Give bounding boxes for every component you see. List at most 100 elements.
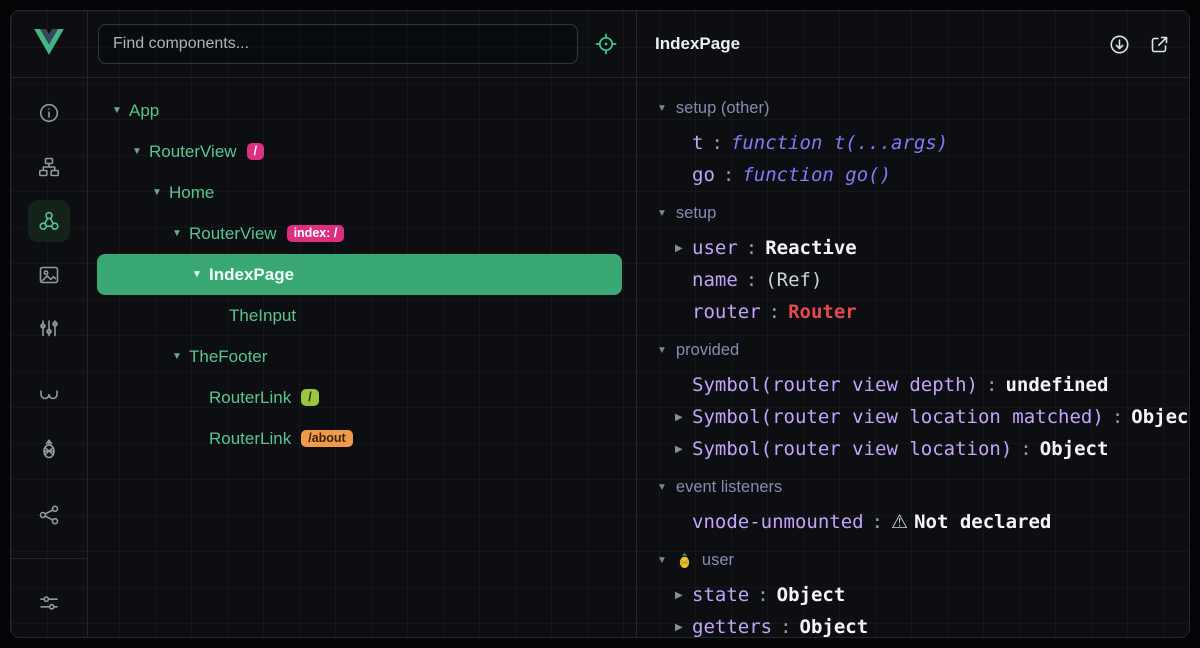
route-badge: /about xyxy=(301,430,353,448)
property-row[interactable]: ▶Symbol(router view location):Object xyxy=(657,433,1189,465)
section-user: ▼ user ▶state:Object▶getters:Object xyxy=(657,542,1189,637)
sidebar-divider xyxy=(11,558,87,559)
route-badge: / xyxy=(247,143,264,161)
logo-area xyxy=(11,11,87,78)
chevron-right-icon[interactable]: ▶ xyxy=(675,622,692,633)
component-name: TheFooter xyxy=(189,347,267,367)
selected-component-title: IndexPage xyxy=(655,34,740,54)
property-value: Object xyxy=(1040,438,1109,460)
tree-row-routerview[interactable]: ▼RouterView / xyxy=(97,131,622,172)
chevron-down-icon[interactable]: ▼ xyxy=(127,146,147,157)
chevron-down-icon[interactable]: ▼ xyxy=(107,105,127,116)
tree-row-thefooter[interactable]: ▼TheFooter xyxy=(97,336,622,377)
property-key: state xyxy=(692,584,749,606)
search-input[interactable] xyxy=(98,24,578,64)
component-name: Home xyxy=(169,183,214,203)
tree-row-app[interactable]: ▼App xyxy=(97,90,622,131)
chevron-down-icon[interactable]: ▼ xyxy=(657,555,667,566)
property-value: undefined xyxy=(1005,374,1108,396)
timeline-icon[interactable] xyxy=(28,374,70,416)
detail-toolbar: IndexPage xyxy=(637,11,1189,78)
section-header[interactable]: ▼ user xyxy=(657,542,1189,579)
route-badge: / xyxy=(301,389,318,407)
tree-row-home[interactable]: ▼Home xyxy=(97,172,622,213)
property-value: Reactive xyxy=(765,237,857,259)
section-title: setup xyxy=(676,204,716,223)
info-icon[interactable] xyxy=(28,92,70,134)
property-row[interactable]: ▶Symbol(router view location matched):Ob… xyxy=(657,401,1189,433)
chevron-down-icon[interactable]: ▼ xyxy=(657,482,667,493)
colon: : xyxy=(872,511,883,533)
property-row[interactable]: name:(Ref) xyxy=(657,264,1189,296)
chevron-right-icon[interactable]: ▶ xyxy=(675,590,692,601)
section-header[interactable]: ▼ setup xyxy=(657,195,1189,232)
chevron-right-icon[interactable]: ▶ xyxy=(675,243,692,254)
pinia-store-icon xyxy=(676,552,693,569)
route-badge: index: / xyxy=(287,225,345,243)
graph-icon[interactable] xyxy=(28,494,70,536)
component-detail-panel: IndexPage ▼ setup (other) t:function t(...… xyxy=(637,11,1189,637)
faders-icon[interactable] xyxy=(28,308,70,350)
chevron-down-icon[interactable]: ▼ xyxy=(167,351,187,362)
component-name: RouterView xyxy=(149,142,237,162)
colon: : xyxy=(986,374,997,396)
chevron-down-icon[interactable]: ▼ xyxy=(187,269,207,280)
property-key: Symbol(router view location) xyxy=(692,438,1012,460)
chevron-down-icon[interactable]: ▼ xyxy=(657,208,667,219)
pages-icon[interactable] xyxy=(28,254,70,296)
section-setup: ▼ setup ▶user:Reactivename:(Ref) router: Rou… xyxy=(657,195,1189,328)
settings-icon[interactable] xyxy=(28,582,70,624)
property-value: Object xyxy=(777,584,846,606)
chevron-down-icon[interactable]: ▼ xyxy=(147,187,167,198)
open-in-editor-icon[interactable] xyxy=(1147,32,1171,56)
chevron-down-icon[interactable]: ▼ xyxy=(657,103,667,114)
property-row[interactable]: ▶user:Reactive xyxy=(657,232,1189,264)
property-key: getters xyxy=(692,616,772,637)
colon: : xyxy=(711,132,722,154)
chevron-right-icon[interactable]: ▶ xyxy=(675,412,692,423)
colon: : xyxy=(769,301,780,323)
tree-row-routerlink[interactable]: RouterLink/about xyxy=(97,418,622,459)
component-name: RouterLink xyxy=(209,429,291,449)
component-tree: ▼App▼RouterView/▼Home▼RouterViewindex: /… xyxy=(88,78,636,637)
property-row[interactable]: t:function t(...args) xyxy=(657,127,1189,159)
vue-logo-icon xyxy=(34,29,64,60)
tree-row-theinput[interactable]: TheInput xyxy=(97,295,622,336)
chevron-down-icon[interactable]: ▼ xyxy=(657,345,667,356)
component-hierarchy-icon[interactable] xyxy=(28,146,70,188)
property-row[interactable]: ▶state:Object xyxy=(657,579,1189,611)
section-title: setup (other) xyxy=(676,99,770,118)
tree-row-routerlink[interactable]: RouterLink / xyxy=(97,377,622,418)
chevron-down-icon[interactable]: ▼ xyxy=(167,228,187,239)
pinia-icon[interactable] xyxy=(28,428,70,470)
scroll-to-component-icon[interactable] xyxy=(1107,32,1131,56)
section-title: user xyxy=(702,551,734,570)
tree-row-indexpage[interactable]: ▼IndexPage xyxy=(97,254,622,295)
property-value: Router xyxy=(788,301,857,323)
property-row[interactable]: Symbol(router view depth):undefined xyxy=(657,369,1189,401)
property-row[interactable]: go:function go() xyxy=(657,159,1189,191)
section-header[interactable]: ▼ setup (other) xyxy=(657,90,1189,127)
section-provided: ▼providedSymbol(router view depth):undef… xyxy=(657,332,1189,465)
property-key: router xyxy=(692,301,761,323)
tree-row-routerview[interactable]: ▼RouterViewindex: / xyxy=(97,213,622,254)
property-key: name xyxy=(692,269,738,291)
section-title: event listeners xyxy=(676,478,782,497)
component-name: RouterLink xyxy=(209,388,291,408)
property-value: function go() xyxy=(742,164,891,186)
chevron-right-icon[interactable]: ▶ xyxy=(675,444,692,455)
components-icon[interactable] xyxy=(28,200,70,242)
tree-toolbar xyxy=(88,11,636,78)
property-row[interactable]: ▶getters:Object xyxy=(657,611,1189,637)
inspect-target-icon[interactable] xyxy=(588,26,624,62)
section-header[interactable]: ▼provided xyxy=(657,332,1189,369)
property-key: Symbol(router view location matched) xyxy=(692,406,1104,428)
section-header[interactable]: ▼ event listeners xyxy=(657,469,1189,506)
section-setup-other: ▼ setup (other) t:function t(...args)go:fu… xyxy=(657,90,1189,191)
detail-toolbar-icons xyxy=(1107,32,1171,56)
component-name: TheInput xyxy=(229,306,296,326)
component-name: IndexPage xyxy=(209,265,294,285)
property-row[interactable]: vnode-unmounted:⚠Not declared xyxy=(657,506,1189,538)
warning-icon: ⚠ xyxy=(891,511,908,533)
property-row[interactable]: router: Router xyxy=(657,296,1189,328)
